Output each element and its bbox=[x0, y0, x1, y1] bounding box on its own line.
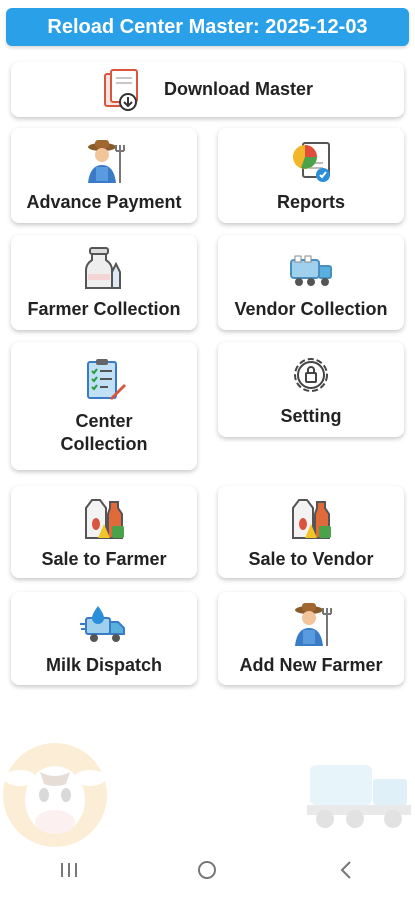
milk-can-icon bbox=[85, 247, 121, 289]
sale-to-farmer-button[interactable]: Sale to Farmer bbox=[11, 486, 197, 578]
download-master-label: Download Master bbox=[163, 79, 314, 99]
recent-apps-icon bbox=[61, 863, 78, 877]
farmer-icon bbox=[295, 603, 332, 646]
advance-payment-label: Advance Payment bbox=[26, 192, 182, 212]
back-icon bbox=[340, 861, 351, 879]
setting-label: Setting bbox=[280, 406, 342, 426]
gear-icon bbox=[294, 358, 328, 392]
reports-label: Reports bbox=[276, 192, 345, 212]
add-new-farmer-label: Add New Farmer bbox=[239, 655, 383, 675]
dairy-products-icon bbox=[85, 498, 124, 539]
vendor-collection-label: Vendor Collection bbox=[234, 299, 388, 319]
center-collection-button[interactable]: Center Collection bbox=[11, 342, 197, 470]
cow-background-icon bbox=[3, 743, 107, 847]
back-button[interactable] bbox=[316, 850, 376, 890]
page-title: Reload Center Master: 2025-12-03 bbox=[6, 8, 409, 46]
checklist-icon bbox=[87, 359, 126, 400]
system-navigation-bar bbox=[0, 840, 415, 900]
milk-dispatch-label: Milk Dispatch bbox=[45, 655, 163, 675]
advance-payment-button[interactable]: Advance Payment bbox=[11, 128, 197, 223]
delivery-truck-icon bbox=[80, 606, 125, 642]
setting-button[interactable]: Setting bbox=[218, 342, 404, 437]
center-collection-label: Center Collection bbox=[60, 411, 148, 454]
sale-to-vendor-button[interactable]: Sale to Vendor bbox=[218, 486, 404, 578]
farmer-icon bbox=[88, 140, 125, 183]
document-download-icon bbox=[103, 68, 138, 111]
reports-button[interactable]: Reports bbox=[218, 128, 404, 223]
pie-chart-report-icon bbox=[293, 142, 330, 182]
download-master-button[interactable]: Download Master bbox=[11, 62, 404, 117]
farmer-collection-button[interactable]: Farmer Collection bbox=[11, 235, 197, 330]
home-button[interactable] bbox=[177, 850, 237, 890]
vendor-collection-button[interactable]: Vendor Collection bbox=[218, 235, 404, 330]
dairy-products-icon bbox=[292, 498, 331, 539]
farmer-collection-label: Farmer Collection bbox=[27, 299, 181, 319]
add-new-farmer-button[interactable]: Add New Farmer bbox=[218, 592, 404, 685]
home-icon bbox=[198, 861, 217, 879]
sale-to-vendor-label: Sale to Vendor bbox=[248, 548, 374, 569]
recent-apps-button[interactable] bbox=[39, 850, 99, 890]
sale-to-farmer-label: Sale to Farmer bbox=[41, 548, 167, 569]
milk-truck-background-icon bbox=[307, 765, 411, 828]
milk-truck-icon bbox=[290, 255, 332, 286]
milk-dispatch-button[interactable]: Milk Dispatch bbox=[11, 592, 197, 685]
